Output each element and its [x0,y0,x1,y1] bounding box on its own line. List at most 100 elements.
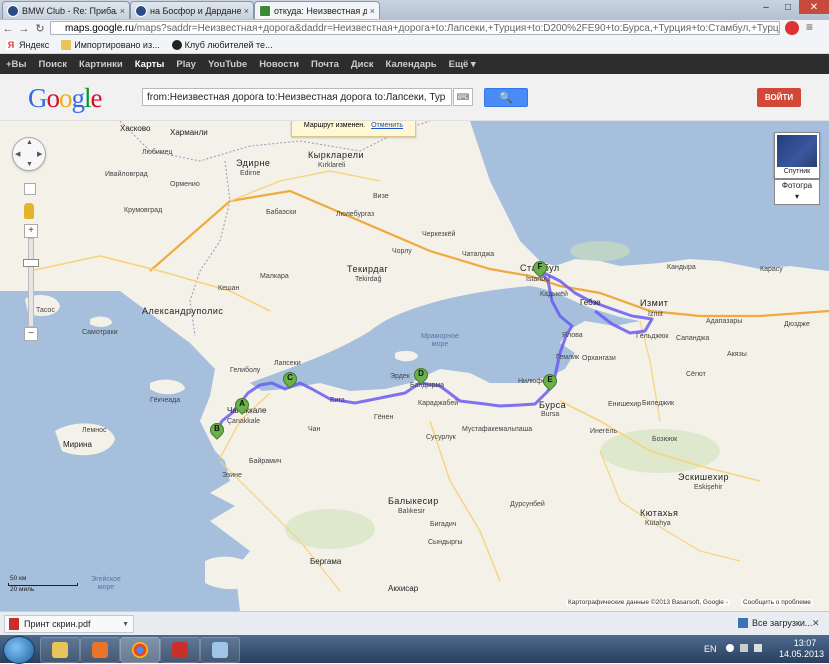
photos-toggle[interactable]: Фотогра ▾ [774,179,820,205]
marker-label: B [214,424,220,433]
tab-close-icon[interactable]: × [244,6,249,16]
report-problem-link[interactable]: Сообщить о проблеме [741,599,813,606]
gbar-plus-you[interactable]: +Вы [6,59,27,70]
photos-label: Фотогра [781,181,813,190]
zoom-slider-track[interactable] [28,238,34,327]
gbar-drive[interactable]: Диск [351,59,374,70]
route-marker-b[interactable]: B [207,420,227,441]
tab-close-icon[interactable]: × [370,6,375,16]
zoom-in-button[interactable]: + [24,224,38,238]
clock-time[interactable]: 13:07 [784,638,826,648]
map-graphic [0,121,829,611]
taskbar-chrome[interactable] [120,637,160,663]
zoom-out-button[interactable]: − [24,327,38,341]
taskbar-acrobat[interactable] [160,637,200,663]
marker-label: F [537,262,543,271]
map-label-duzce: Дюздже [784,321,810,328]
menu-icon[interactable]: ≡ [806,20,813,34]
forest-area [570,241,630,261]
google-logo[interactable]: Google [28,83,102,114]
forward-button[interactable]: → [16,23,32,35]
gbar-maps[interactable]: Карты [135,59,165,70]
bookmark-club[interactable]: Клуб любителей те... [171,40,273,50]
maximize-button[interactable]: □ [777,0,799,14]
gbar-news[interactable]: Новости [259,59,299,70]
route-marker-e[interactable]: E [540,371,560,392]
map-scale: 50 км 20 миль [8,573,78,595]
taskbar-media-player[interactable] [80,637,120,663]
taskbar-explorer[interactable] [40,637,80,663]
tab-bmw-club[interactable]: BMW Club - Re: Прибалт × [2,1,130,19]
close-downloads-button[interactable]: ✕ [812,618,820,629]
reload-button[interactable]: ↻ [32,22,48,35]
search-header: Google from:Неизвестная дорога to:Неизве… [0,74,829,121]
taskbar-paint[interactable] [200,637,240,663]
pan-left-icon[interactable]: ◀ [15,150,20,158]
adblock-icon[interactable] [785,21,799,35]
gbar-more[interactable]: Ещё ▾ [449,59,476,70]
login-button[interactable]: ВОЙТИ [757,88,801,107]
maps-favicon-icon [259,4,271,17]
map-label-kadikoy: Кадыкёй [540,291,568,298]
bmw-favicon-icon [7,4,19,17]
tab-title: откуда: Неизвестная дорог [274,5,367,16]
map-label-mustafakemalpasa: Мустафакемальпаша [462,426,533,433]
tray-icon[interactable] [726,644,734,652]
gbar-play[interactable]: Play [176,59,196,70]
keyboard-icon[interactable]: ⌨ [453,88,473,106]
search-button[interactable]: 🔍 [484,88,528,107]
minimize-button[interactable]: – [755,0,777,14]
tab-google-maps[interactable]: откуда: Неизвестная дорог × [254,1,380,19]
route-marker-a[interactable]: A [232,395,252,416]
tab-title: BMW Club - Re: Прибалт [22,5,117,16]
map-label-mirina: Мирина [63,440,92,449]
tab-close-icon[interactable]: × [120,6,125,16]
gbar-search[interactable]: Поиск [39,59,68,70]
map-label-krumovgrad: Крумовград [124,207,163,214]
undo-link[interactable]: Отменить [371,122,403,129]
map-label-ezine: Эзине [222,472,242,479]
close-window-button[interactable]: ✕ [799,0,829,14]
all-downloads-link[interactable]: Все загрузки... [738,618,812,628]
gbar-mail[interactable]: Почта [311,59,339,70]
media-player-icon [92,642,108,658]
map-label-golcuk: Гёльджюк [636,333,669,340]
pan-right-icon[interactable]: ▶ [37,150,42,158]
route-marker-f[interactable]: F [530,258,550,279]
start-button[interactable] [3,636,35,664]
zoom-slider-handle[interactable] [23,259,39,267]
pan-down-icon[interactable]: ▼ [26,161,33,168]
pan-control[interactable]: ▲ ▼ ◀ ▶ [12,137,46,171]
map-label-edirne: Эдирне [236,158,271,168]
tab-strip: BMW Club - Re: Прибалт × на Босфор и Дар… [0,0,829,20]
address-bar[interactable]: maps.google.ru/maps?saddr=Неизвестная+до… [50,21,780,35]
clock-date[interactable]: 14.05.2013 [774,649,829,659]
all-downloads-label: Все загрузки... [752,618,813,628]
map-label-harmanli: Харманли [170,128,208,137]
flag-icon[interactable] [740,644,748,652]
chevron-down-icon[interactable]: ▼ [122,621,129,628]
gbar-images[interactable]: Картинки [79,59,123,70]
back-button[interactable]: ← [0,23,16,35]
gbar-calendar[interactable]: Календарь [386,59,437,70]
language-indicator[interactable]: EN [704,644,717,654]
tab-bosphorus[interactable]: на Босфор и Дарданелл × [130,1,254,19]
forest-area [285,509,375,549]
search-input[interactable]: from:Неизвестная дорога to:Неизвестная д… [142,88,452,106]
route-marker-c[interactable]: C [280,369,300,390]
map-label-balikesir-lat: Balıkesir [398,508,425,515]
gbar-youtube[interactable]: YouTube [208,59,247,70]
satellite-toggle[interactable]: Спутник [774,132,820,179]
bookmark-imported[interactable]: Импортировано из... [61,40,160,50]
download-item[interactable]: Принт скрин.pdf ▼ [4,615,134,633]
map-canvas[interactable]: Хасково Харманли Кыркларели Kırklareli Э… [0,121,829,611]
map-label-ormenio: Орменио [170,181,200,188]
scale-km: 50 км [10,575,27,582]
fullscreen-icon[interactable] [24,183,36,195]
pan-up-icon[interactable]: ▲ [26,139,33,146]
network-icon[interactable] [754,644,762,652]
pegman-icon[interactable] [24,203,34,219]
bookmark-yandex[interactable]: Я Яндекс [6,40,49,50]
route-marker-d[interactable]: D [411,365,431,386]
taskbar: EN 13:07 14.05.2013 [0,635,829,664]
